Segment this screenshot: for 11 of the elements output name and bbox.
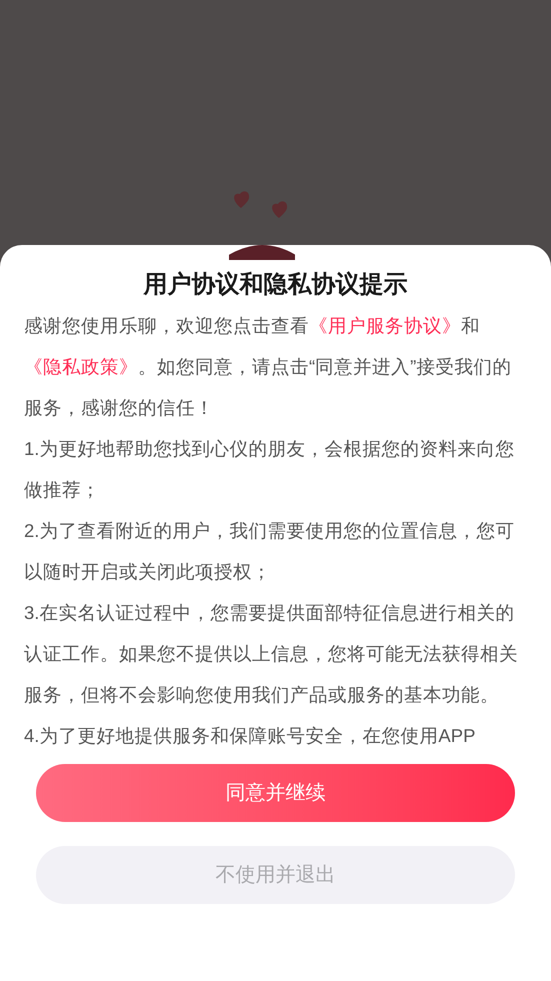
agreement-link[interactable]: 《用户服务协议》 xyxy=(309,315,461,336)
agreement-paragraph: 1.为更好地帮助您找到心仪的朋友，会根据您的资料来向您做推荐； xyxy=(24,437,516,502)
agree-button[interactable]: 同意并继续 xyxy=(36,764,515,822)
exit-button[interactable]: 不使用并退出 xyxy=(36,846,515,904)
hearts-drawing xyxy=(229,190,295,260)
agreement-paragraph: 感谢您使用乐聊，欢迎您点击查看《用户服务协议》和 《隐私政策》。如您同意，请点击“同意并进入”接受我们的服务，感谢您的信任！ xyxy=(24,314,512,420)
agreement-paragraph: 3.在实名认证过程中，您需要提供面部特征信息进行相关的认证工作。如果您不提供以上信息，您将可能无法获得相关服务，但将不会影响您使用我们产品或服务的基本功能。 xyxy=(24,601,519,707)
agreement-link[interactable]: 《隐私政策》 xyxy=(24,356,138,377)
dialog-title: 用户协议和隐私协议提示 xyxy=(142,270,408,300)
agreement-paragraph: 4.为了更好地提供服务和保障账号安全，在您使用APP xyxy=(24,724,476,748)
agreement-paragraph: 2.为了查看附近的用户，我们需要使用您的位置信息，您可以随时开启或关闭此项授权； xyxy=(24,519,516,584)
